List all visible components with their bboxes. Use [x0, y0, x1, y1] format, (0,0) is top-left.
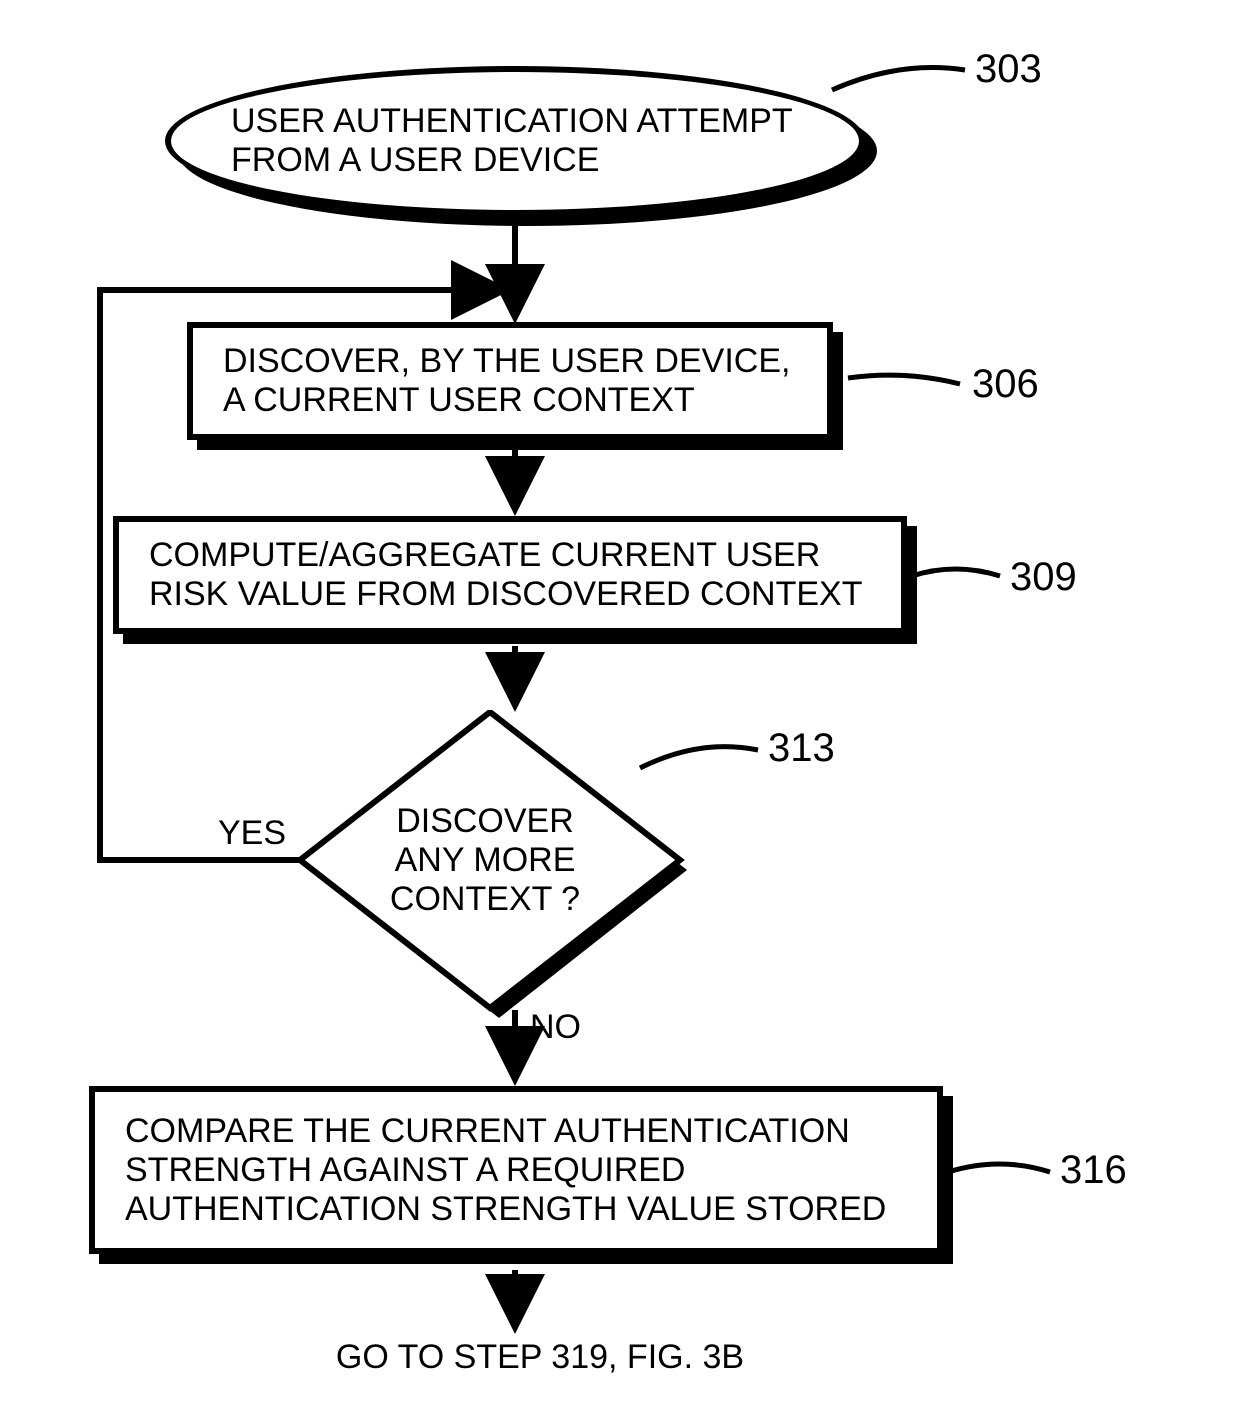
step1-ref-label: 306 [972, 362, 1039, 407]
decision-ref-label: 313 [768, 726, 835, 771]
process-discover-context: DISCOVER, BY THE USER DEVICE, A CURRENT … [187, 322, 833, 440]
process-compute-risk: COMPUTE/AGGREGATE CURRENT USER RISK VALU… [113, 516, 907, 634]
flowchart-canvas: USER AUTHENTICATION ATTEMPT FROM A USER … [0, 0, 1240, 1426]
process-compare-strength: COMPARE THE CURRENT AUTHENTICATION STREN… [89, 1086, 943, 1254]
decision-more-context: DISCOVER ANY MORE CONTEXT ? [295, 710, 675, 1010]
exit-label: GO TO STEP 319, FIG. 3B [270, 1338, 810, 1377]
start-terminal: USER AUTHENTICATION ATTEMPT FROM A USER … [165, 66, 865, 216]
decision-text: DISCOVER ANY MORE CONTEXT ? [370, 802, 600, 919]
decision-no-label: NO [530, 1008, 581, 1047]
start-terminal-text: USER AUTHENTICATION ATTEMPT FROM A USER … [231, 102, 799, 180]
process-discover-context-text: DISCOVER, BY THE USER DEVICE, A CURRENT … [223, 342, 797, 420]
start-ref-label: 303 [975, 47, 1042, 92]
process-compute-risk-text: COMPUTE/AGGREGATE CURRENT USER RISK VALU… [149, 536, 871, 614]
process-compare-strength-text: COMPARE THE CURRENT AUTHENTICATION STREN… [125, 1112, 907, 1229]
step2-ref-label: 309 [1010, 555, 1077, 600]
step3-ref-label: 316 [1060, 1148, 1127, 1193]
decision-yes-label: YES [218, 814, 286, 853]
